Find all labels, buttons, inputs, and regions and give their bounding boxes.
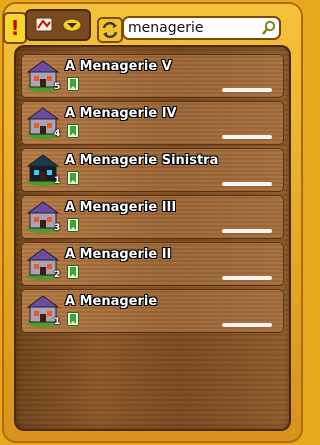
progress-bar bbox=[222, 276, 272, 280]
search-text: menagerie bbox=[128, 20, 204, 36]
item-name: A Menagerie bbox=[65, 294, 158, 309]
list-item[interactable]: 3 A Menagerie III bbox=[21, 195, 284, 239]
progress-bar bbox=[222, 229, 272, 233]
alert-button[interactable]: ! bbox=[3, 12, 27, 44]
item-name: A Menagerie IV bbox=[65, 106, 177, 121]
list-item[interactable]: 2 A Menagerie II bbox=[21, 242, 284, 286]
list-item[interactable]: 5 A Menagerie V bbox=[21, 54, 284, 98]
level-badge: 1 bbox=[54, 317, 61, 327]
progress-bar bbox=[222, 182, 272, 186]
item-name: A Menagerie Sinistra bbox=[65, 153, 219, 168]
refresh-icon bbox=[102, 21, 118, 39]
item-name: A Menagerie III bbox=[65, 200, 177, 215]
progress-bar bbox=[222, 323, 272, 327]
alert-icon: ! bbox=[10, 16, 20, 40]
level-badge: 3 bbox=[54, 223, 61, 233]
tab-dropdown[interactable] bbox=[58, 14, 86, 36]
bookmark-icon[interactable] bbox=[67, 312, 79, 326]
item-name: A Menagerie II bbox=[65, 247, 172, 262]
list-item[interactable]: 1 A Menagerie bbox=[21, 289, 284, 333]
search-input[interactable]: menagerie bbox=[122, 16, 281, 40]
filter-tabs bbox=[25, 9, 91, 41]
item-name: A Menagerie V bbox=[65, 59, 172, 74]
bookmark-icon[interactable] bbox=[67, 77, 79, 91]
chevron-down-icon bbox=[62, 18, 82, 32]
level-badge: 2 bbox=[54, 270, 61, 280]
bookmark-icon[interactable] bbox=[67, 124, 79, 138]
scroll-icon bbox=[35, 17, 53, 32]
search-icon[interactable] bbox=[261, 20, 277, 36]
tab-quests[interactable] bbox=[30, 14, 58, 36]
bookmark-icon[interactable] bbox=[67, 265, 79, 279]
progress-bar bbox=[222, 135, 272, 139]
level-badge: 5 bbox=[54, 82, 61, 92]
list-item[interactable]: 1 A Menagerie Sinistra bbox=[21, 148, 284, 192]
level-badge: 4 bbox=[54, 129, 61, 139]
list-item[interactable]: 4 A Menagerie IV bbox=[21, 101, 284, 145]
bookmark-icon[interactable] bbox=[67, 171, 79, 185]
bookmark-icon[interactable] bbox=[67, 218, 79, 232]
refresh-button[interactable] bbox=[97, 17, 123, 43]
progress-bar bbox=[222, 88, 272, 92]
level-badge: 1 bbox=[54, 176, 61, 186]
